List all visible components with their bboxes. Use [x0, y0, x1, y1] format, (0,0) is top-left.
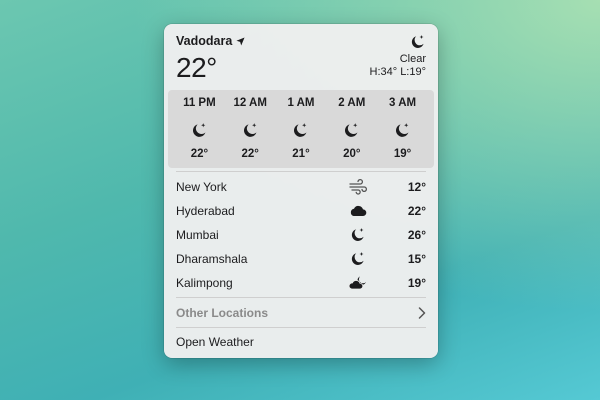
cloud-icon	[350, 205, 367, 216]
hourly-forecast: 11 PM 22° 12 AM 22° 1 AM 21° 2 AM 20° 3 …	[168, 90, 434, 168]
hourly-time: 2 AM	[338, 97, 366, 109]
hourly-temp: 20°	[343, 148, 361, 160]
current-city-name: Vadodara	[176, 34, 233, 48]
current-high-low: H:34° L:19°	[369, 66, 427, 78]
moon-stars-icon	[351, 252, 364, 265]
weather-menu-panel: Vadodara 22° Clear H:34° L:19° 11 PM 22°…	[164, 24, 438, 358]
location-row-hyderabad[interactable]: Hyderabad 22°	[176, 199, 426, 223]
hourly-item: 12 AM 22°	[230, 90, 270, 168]
current-condition: Clear	[399, 53, 426, 65]
hourly-temp: 21°	[292, 148, 310, 160]
open-weather-label: Open Weather	[176, 335, 254, 349]
moon-stars-icon	[192, 123, 206, 137]
hourly-time: 11 PM	[183, 97, 216, 109]
location-temp: 15°	[407, 252, 426, 266]
moon-cloud-icon	[348, 276, 366, 290]
hourly-item: 1 AM 21°	[281, 90, 321, 168]
location-arrow-icon	[236, 36, 245, 46]
location-temp: 19°	[407, 276, 426, 290]
moon-stars-icon	[411, 35, 424, 48]
divider	[176, 297, 426, 298]
hourly-time: 12 AM	[233, 97, 267, 109]
hourly-temp: 19°	[393, 148, 412, 160]
current-temperature: 22°	[176, 52, 217, 83]
location-row-mumbai[interactable]: Mumbai 26°	[176, 223, 426, 247]
chevron-right-icon	[418, 307, 426, 319]
hourly-item: 11 PM 22°	[179, 90, 219, 168]
divider	[176, 171, 426, 172]
divider	[176, 327, 426, 328]
location-temp: 26°	[407, 228, 426, 242]
hourly-time: 1 AM	[287, 97, 315, 109]
moon-stars-icon	[294, 123, 307, 137]
moon-stars-icon	[345, 123, 358, 137]
other-locations-label: Other Locations	[176, 306, 269, 320]
current-city: Vadodara	[176, 34, 245, 48]
location-temp: 22°	[407, 204, 426, 218]
other-locations-item[interactable]: Other Locations	[176, 304, 426, 322]
saved-locations-list: New York 12° Hyderabad 22° Mumbai 26° Dh…	[176, 175, 426, 295]
open-weather-item[interactable]: Open Weather	[176, 333, 426, 351]
location-row-kalimpong[interactable]: Kalimpong 19°	[176, 271, 426, 295]
location-row-dharamshala[interactable]: Dharamshala 15°	[176, 247, 426, 271]
location-temp: 12°	[407, 180, 426, 194]
hourly-temp: 22°	[241, 148, 259, 160]
location-row-new-york[interactable]: New York 12°	[176, 175, 426, 199]
hourly-temp: 22°	[190, 148, 209, 160]
hourly-item: 2 AM 20°	[332, 90, 372, 168]
hourly-item: 3 AM 19°	[383, 90, 423, 168]
wind-icon	[349, 178, 368, 195]
current-weather[interactable]: Vadodara 22° Clear H:34° L:19°	[176, 34, 426, 90]
hourly-time: 3 AM	[389, 97, 417, 109]
moon-stars-icon	[243, 123, 257, 137]
moon-stars-icon	[351, 228, 364, 241]
moon-stars-icon	[396, 123, 409, 137]
